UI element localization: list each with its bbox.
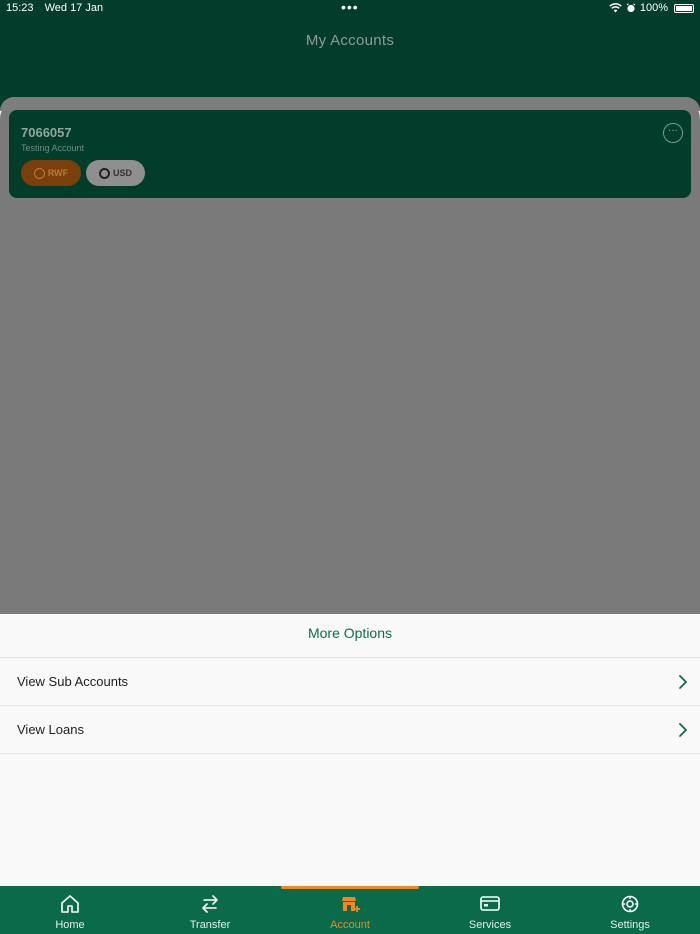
- tab-settings[interactable]: Settings: [560, 886, 700, 934]
- home-icon: [61, 895, 79, 913]
- account-icon: [342, 897, 360, 912]
- account-name: Testing Account: [21, 143, 85, 153]
- currency-label: RWF: [47, 168, 69, 178]
- status-date: Wed 17 Jan: [44, 2, 104, 14]
- tab-home[interactable]: Home: [0, 886, 140, 934]
- item-label: View Loans: [17, 722, 84, 737]
- gear-icon: [621, 895, 639, 913]
- radio-icon: [98, 167, 110, 179]
- tab-label: Account: [330, 919, 370, 931]
- multitask-dots-icon[interactable]: •••: [341, 0, 359, 14]
- tab-transfer[interactable]: Transfer: [140, 886, 280, 934]
- status-time: 15:23: [6, 2, 34, 14]
- tab-label: Transfer: [189, 919, 231, 931]
- page-title: My Accounts: [305, 32, 395, 49]
- status-bar: 15:23 Wed 17 Jan ••• 100%: [0, 0, 700, 18]
- currency-pill-rwf[interactable]: RWF: [21, 160, 81, 186]
- tab-label: Home: [55, 919, 85, 931]
- currency-pill-usd[interactable]: USD: [86, 160, 145, 186]
- view-loans-item[interactable]: View Loans: [0, 706, 700, 754]
- account-number: 7066057: [21, 125, 72, 140]
- chevron-right-icon: [679, 722, 687, 737]
- tab-label: Settings: [610, 919, 650, 931]
- card-icon: [480, 896, 500, 911]
- transfer-icon: [202, 895, 218, 913]
- tab-account[interactable]: Account: [280, 886, 420, 934]
- currency-label: USD: [112, 168, 132, 178]
- sheet-title: More Options: [0, 614, 700, 658]
- alarm-icon: [626, 3, 636, 13]
- radio-icon: [33, 167, 45, 179]
- tab-services[interactable]: Services: [420, 886, 560, 934]
- more-options-icon[interactable]: ···: [663, 123, 683, 143]
- tab-label: Services: [468, 919, 512, 931]
- header: 15:23 Wed 17 Jan ••• 100% My Accounts: [0, 0, 700, 110]
- tab-bar: Home Transfer Account Services Settings: [0, 886, 700, 934]
- battery-percent: 100%: [639, 2, 668, 14]
- account-card[interactable]: 7066057 Testing Account ··· RWF USD: [9, 110, 691, 198]
- battery-icon: [674, 3, 694, 13]
- chevron-right-icon: [679, 674, 687, 689]
- view-sub-accounts-item[interactable]: View Sub Accounts: [0, 658, 700, 706]
- more-options-sheet: More Options View Sub Accounts View Loan…: [0, 614, 700, 886]
- item-label: View Sub Accounts: [17, 674, 129, 689]
- content-top-edge: [0, 97, 700, 111]
- wifi-icon: [609, 3, 622, 13]
